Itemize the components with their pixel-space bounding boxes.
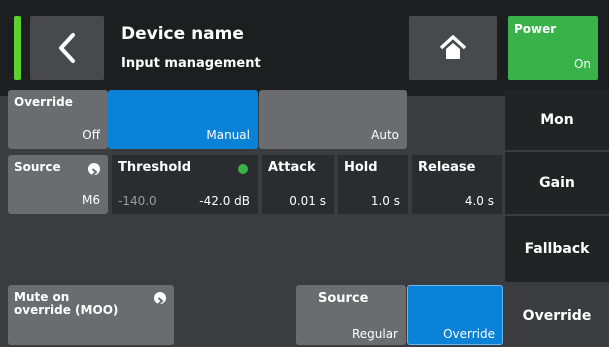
attack-value: 0.01 s (289, 194, 326, 208)
override-label: Override (14, 95, 73, 109)
moo-label: Mute on override (MOO) (14, 291, 118, 317)
home-button[interactable] (409, 16, 497, 80)
release-control[interactable]: Release 4.0 s (412, 155, 502, 214)
back-button[interactable] (30, 16, 104, 80)
hold-label: Hold (344, 160, 378, 175)
hold-value: 1.0 s (370, 194, 400, 208)
power-value: On (573, 57, 591, 71)
override-toggle[interactable]: Override Off (8, 90, 108, 149)
attack-control[interactable]: Attack 0.01 s (262, 155, 334, 214)
threshold-value: -42.0 dB (199, 194, 250, 208)
source-value: M6 (82, 193, 100, 207)
threshold-min-value: -140.0 (118, 194, 157, 208)
source-label: Source (14, 160, 61, 174)
threshold-status-indicator (238, 164, 248, 174)
sidebar-item-mon[interactable]: Mon (505, 90, 609, 150)
circle-arrow-icon (154, 292, 166, 305)
mute-on-override-button[interactable]: Mute on override (MOO) (8, 285, 174, 345)
moo-label-line2: override (MOO) (14, 303, 119, 317)
source-regular-button[interactable]: Source Regular (296, 285, 406, 345)
sidebar-item-gain[interactable]: Gain (505, 152, 609, 214)
circle-arrow-icon (88, 163, 100, 176)
release-label: Release (418, 160, 476, 175)
home-icon (439, 35, 467, 59)
page-subtitle: Input management (121, 56, 261, 71)
power-label: Power (514, 22, 557, 36)
sidebar-item-fallback[interactable]: Fallback (505, 216, 609, 282)
attack-label: Attack (268, 160, 316, 175)
mode-auto-button[interactable]: Auto (259, 90, 407, 149)
status-indicator (14, 16, 21, 80)
hold-control[interactable]: Hold 1.0 s (338, 155, 408, 214)
source-mode-label: Source (318, 291, 369, 306)
source-regular-label: Regular (351, 327, 398, 341)
source-override-button[interactable]: Override (407, 285, 503, 345)
threshold-control[interactable]: Threshold -140.0 -42.0 dB (112, 155, 258, 214)
override-value: Off (82, 128, 100, 142)
mode-manual-button[interactable]: Manual (108, 90, 258, 149)
power-button[interactable]: Power On (508, 16, 598, 80)
source-override-label: Override (443, 327, 495, 341)
release-value: 4.0 s (464, 194, 494, 208)
threshold-label: Threshold (118, 160, 192, 175)
device-title: Device name (121, 24, 244, 44)
sidebar-item-override[interactable]: Override (505, 284, 609, 347)
chevron-left-icon (59, 33, 75, 63)
mode-auto-label: Auto (371, 128, 399, 142)
mode-manual-label: Manual (206, 128, 250, 142)
source-selector[interactable]: Source M6 (8, 155, 108, 214)
